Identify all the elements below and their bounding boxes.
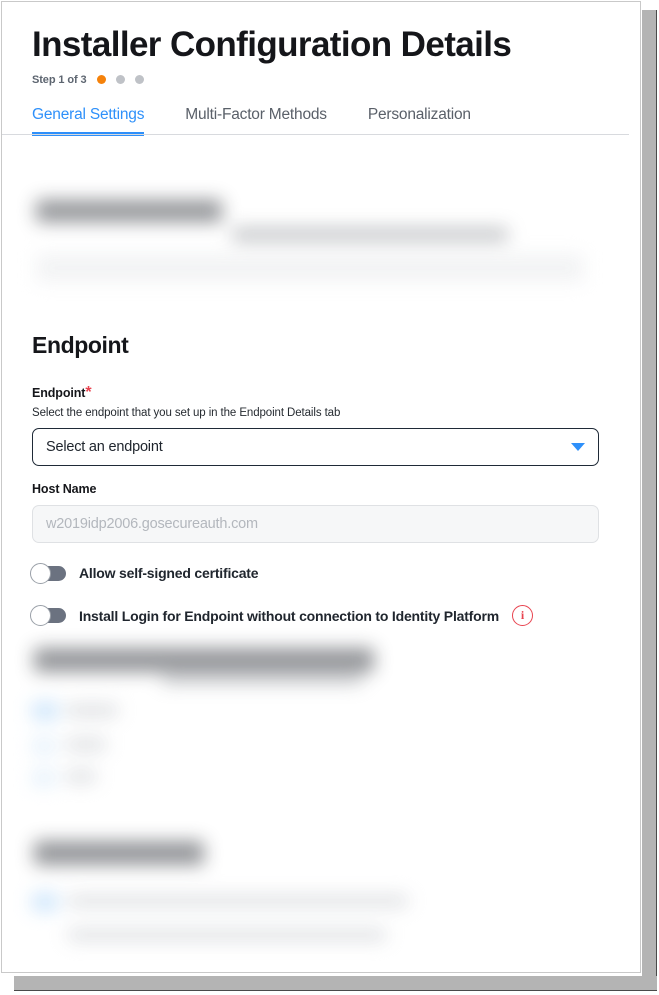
scrollbar-thumb[interactable] [628, 2, 639, 152]
page-content: Installer Configuration Details Step 1 o… [2, 2, 629, 972]
redacted-section-bottom [32, 837, 452, 957]
window-shadow-right [642, 10, 657, 977]
step-indicator: Step 1 of 3 [32, 74, 599, 86]
redacted-bar [34, 841, 204, 865]
step-dot-3 [134, 75, 144, 84]
endpoint-field-help: Select the endpoint that you set up in t… [32, 407, 341, 419]
step-label: Step 1 of 3 [32, 73, 87, 86]
endpoint-select[interactable]: Select an endpoint [32, 428, 599, 466]
application-window: Installer Configuration Details Step 1 o… [0, 0, 659, 995]
redacted-bar [66, 738, 106, 751]
endpoint-field-label-row: Endpoint* [32, 384, 599, 402]
redacted-bar [232, 228, 508, 241]
redacted-section-middle [32, 642, 452, 802]
endpoint-field-group: Endpoint* Select the endpoint that you s… [32, 384, 599, 466]
endpoint-field-label: Endpoint [32, 386, 86, 400]
tab-general-settings[interactable]: General Settings [32, 106, 145, 136]
step-dots [96, 75, 144, 84]
redacted-bar [66, 704, 118, 717]
step-dot-2 [115, 75, 125, 84]
tab-divider [2, 133, 629, 135]
tab-bar: General Settings Multi-Factor Methods Pe… [2, 106, 629, 136]
tab-multi-factor-methods[interactable]: Multi-Factor Methods [185, 106, 327, 135]
endpoint-select-value: Select an endpoint [46, 439, 163, 455]
window-shadow-bottom [14, 976, 657, 991]
toggle-knob [30, 562, 51, 584]
redacted-bar [68, 929, 386, 941]
redacted-bar [162, 674, 362, 684]
chevron-down-icon[interactable] [571, 443, 585, 451]
redacted-bar [36, 200, 222, 222]
install-login-without-connection-toggle[interactable] [30, 605, 66, 626]
required-asterisk: * [85, 384, 92, 401]
page-title: Installer Configuration Details [32, 25, 512, 64]
redacted-section-top [32, 192, 592, 292]
redacted-bar [32, 702, 58, 720]
redacted-bar [32, 770, 56, 786]
redacted-bar [36, 254, 584, 282]
endpoint-section: Endpoint Endpoint* Select the endpoint t… [2, 332, 629, 626]
allow-self-signed-certificate-toggle[interactable] [30, 562, 66, 584]
redacted-bar [34, 648, 374, 672]
info-circle-icon[interactable]: i [512, 605, 533, 626]
install-login-without-connection-label: Install Login for Endpoint without conne… [79, 607, 499, 624]
host-name-field-label: Host Name [32, 482, 97, 496]
redacted-bar [66, 770, 96, 783]
allow-self-signed-certificate-label: Allow self-signed certificate [79, 565, 259, 581]
toggle-knob [30, 605, 51, 626]
redacted-bar [32, 738, 56, 754]
host-name-input[interactable]: w2019idp2006.gosecureauth.com [32, 505, 599, 543]
page-header: Installer Configuration Details Step 1 o… [2, 2, 629, 86]
host-name-field-group: Host Name w2019idp2006.gosecureauth.com [32, 482, 599, 543]
allow-self-signed-certificate-row[interactable]: Allow self-signed certificate [30, 562, 599, 584]
window-frame: Installer Configuration Details Step 1 o… [1, 1, 641, 973]
redacted-bar [32, 893, 58, 911]
tab-personalization[interactable]: Personalization [368, 106, 471, 135]
host-name-value: w2019idp2006.gosecureauth.com [46, 516, 258, 532]
redacted-bar [68, 895, 408, 907]
install-login-without-connection-row[interactable]: Install Login for Endpoint without conne… [30, 605, 599, 626]
step-dot-1 [96, 75, 106, 84]
endpoint-section-heading: Endpoint [32, 332, 129, 358]
